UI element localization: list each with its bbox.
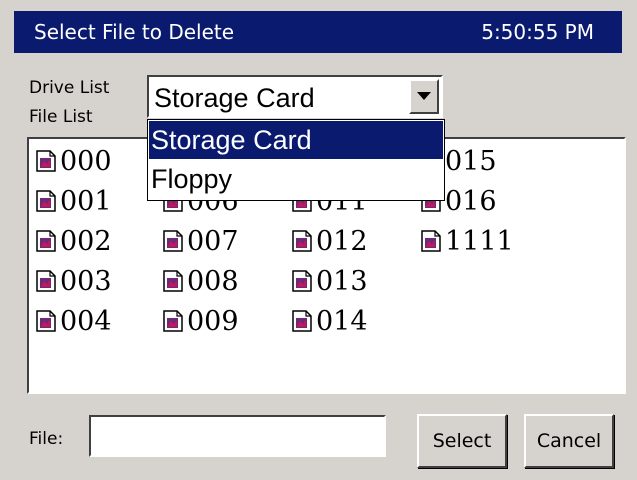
document-icon bbox=[36, 150, 56, 172]
cancel-button[interactable]: Cancel bbox=[524, 414, 614, 468]
file-name: 013 bbox=[316, 265, 368, 297]
title-bar: Select File to Delete 5:50:55 PM bbox=[14, 11, 622, 53]
file-name: 1111 bbox=[445, 225, 514, 257]
file-name: 008 bbox=[187, 265, 239, 297]
select-button[interactable]: Select bbox=[417, 414, 507, 468]
file-item[interactable]: 008 bbox=[162, 262, 239, 300]
dropdown-option[interactable]: Storage Card bbox=[149, 121, 443, 159]
file-label: File: bbox=[29, 429, 64, 449]
document-icon bbox=[292, 270, 312, 292]
drive-select-value: Storage Card bbox=[154, 83, 315, 113]
file-name: 001 bbox=[60, 185, 112, 217]
file-item[interactable]: 014 bbox=[291, 302, 368, 340]
file-name: 000 bbox=[60, 145, 112, 177]
file-item[interactable]: 013 bbox=[291, 262, 368, 300]
file-item[interactable]: 001 bbox=[35, 182, 112, 220]
file-name: 002 bbox=[60, 225, 112, 257]
file-name: 007 bbox=[187, 225, 239, 257]
document-icon bbox=[36, 230, 56, 252]
document-icon bbox=[163, 310, 183, 332]
window-title: Select File to Delete bbox=[34, 20, 235, 44]
file-name: 012 bbox=[316, 225, 368, 257]
file-item[interactable]: 007 bbox=[162, 222, 239, 260]
file-item[interactable]: 009 bbox=[162, 302, 239, 340]
drive-list-label: Drive List bbox=[29, 78, 110, 98]
dropdown-arrow-button[interactable] bbox=[409, 79, 439, 114]
drive-dropdown-list[interactable]: Storage Card Floppy bbox=[147, 119, 445, 201]
document-icon bbox=[421, 230, 441, 252]
file-name: 004 bbox=[60, 305, 112, 337]
file-item[interactable]: 000 bbox=[35, 142, 112, 180]
file-item[interactable]: 012 bbox=[291, 222, 368, 260]
file-item[interactable]: 1111 bbox=[420, 222, 514, 260]
file-name: 003 bbox=[60, 265, 112, 297]
file-name: 016 bbox=[445, 185, 497, 217]
clock: 5:50:55 PM bbox=[481, 20, 594, 44]
drive-select[interactable]: Storage Card bbox=[147, 75, 443, 118]
file-name: 009 bbox=[187, 305, 239, 337]
document-icon bbox=[36, 310, 56, 332]
document-icon bbox=[292, 230, 312, 252]
document-icon bbox=[292, 310, 312, 332]
file-name: 014 bbox=[316, 305, 368, 337]
file-name: 015 bbox=[445, 145, 497, 177]
chevron-down-icon bbox=[417, 92, 431, 100]
file-item[interactable]: 003 bbox=[35, 262, 112, 300]
document-icon bbox=[36, 270, 56, 292]
document-icon bbox=[163, 270, 183, 292]
file-name-input[interactable] bbox=[89, 415, 386, 457]
document-icon bbox=[36, 190, 56, 212]
dropdown-option[interactable]: Floppy bbox=[149, 160, 443, 198]
file-list-label: File List bbox=[29, 107, 93, 127]
document-icon bbox=[163, 230, 183, 252]
file-item[interactable]: 004 bbox=[35, 302, 112, 340]
file-item[interactable]: 002 bbox=[35, 222, 112, 260]
